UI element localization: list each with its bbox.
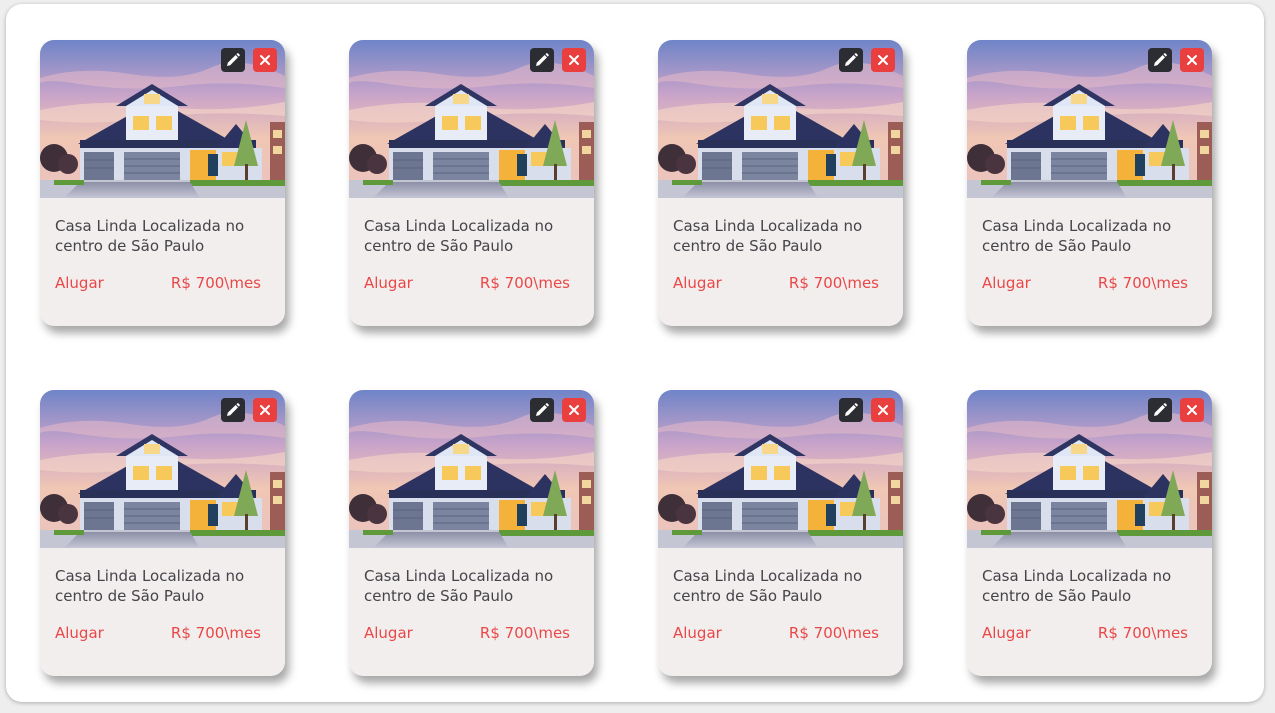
property-card[interactable]: Casa Linda Localizada no centro de São P… [349,40,594,326]
edit-button[interactable] [221,48,245,72]
rent-link[interactable]: Alugar [364,274,413,292]
edit-button[interactable] [839,398,863,422]
listing-price: R$ 700\mes [1097,624,1188,642]
pencil-icon [845,403,858,416]
rent-link[interactable]: Alugar [982,274,1031,292]
edit-button[interactable] [530,398,554,422]
listing-title: Casa Linda Localizada no centro de São P… [55,217,245,255]
edit-button[interactable] [1148,398,1172,422]
pencil-icon [536,53,549,66]
house-photo [967,40,1212,198]
pencil-icon [536,403,549,416]
delete-button[interactable] [1180,48,1204,72]
listing-price: R$ 700\mes [788,624,879,642]
listing-title: Casa Linda Localizada no centro de São P… [982,567,1172,605]
listing-price: R$ 700\mes [788,274,879,292]
close-icon [1187,55,1197,65]
close-icon [878,55,888,65]
pencil-icon [227,53,240,66]
listing-price: R$ 700\mes [170,274,261,292]
close-icon [1187,405,1197,415]
delete-button[interactable] [562,398,586,422]
property-card[interactable]: Casa Linda Localizada no centro de São P… [40,390,285,676]
listing-title: Casa Linda Localizada no centro de São P… [673,567,863,605]
rent-link[interactable]: Alugar [55,274,104,292]
house-photo [349,390,594,548]
delete-button[interactable] [871,48,895,72]
rent-link[interactable]: Alugar [673,274,722,292]
pencil-icon [227,403,240,416]
edit-button[interactable] [1148,48,1172,72]
listing-price: R$ 700\mes [170,624,261,642]
listing-title: Casa Linda Localizada no centro de São P… [55,567,245,605]
close-icon [569,55,579,65]
rent-link[interactable]: Alugar [55,624,104,642]
listings-panel: Casa Linda Localizada no centro de São P… [6,4,1264,702]
listing-price: R$ 700\mes [1097,274,1188,292]
delete-button[interactable] [871,398,895,422]
listing-title: Casa Linda Localizada no centro de São P… [673,217,863,255]
property-card[interactable]: Casa Linda Localizada no centro de São P… [658,40,903,326]
listing-price: R$ 700\mes [479,274,570,292]
house-photo [967,390,1212,548]
property-card[interactable]: Casa Linda Localizada no centro de São P… [967,40,1212,326]
close-icon [260,405,270,415]
rent-link[interactable]: Alugar [673,624,722,642]
listing-title: Casa Linda Localizada no centro de São P… [364,567,554,605]
rent-link[interactable]: Alugar [982,624,1031,642]
property-card[interactable]: Casa Linda Localizada no centro de São P… [40,40,285,326]
property-card[interactable]: Casa Linda Localizada no centro de São P… [349,390,594,676]
pencil-icon [1154,53,1167,66]
edit-button[interactable] [221,398,245,422]
listing-title: Casa Linda Localizada no centro de São P… [982,217,1172,255]
delete-button[interactable] [1180,398,1204,422]
house-photo [658,390,903,548]
listing-price: R$ 700\mes [479,624,570,642]
house-photo [40,390,285,548]
edit-button[interactable] [839,48,863,72]
house-photo [658,40,903,198]
property-card[interactable]: Casa Linda Localizada no centro de São P… [658,390,903,676]
delete-button[interactable] [253,398,277,422]
pencil-icon [845,53,858,66]
property-card[interactable]: Casa Linda Localizada no centro de São P… [967,390,1212,676]
delete-button[interactable] [562,48,586,72]
close-icon [878,405,888,415]
rent-link[interactable]: Alugar [364,624,413,642]
close-icon [569,405,579,415]
edit-button[interactable] [530,48,554,72]
close-icon [260,55,270,65]
house-photo [40,40,285,198]
pencil-icon [1154,403,1167,416]
delete-button[interactable] [253,48,277,72]
house-photo [349,40,594,198]
listing-title: Casa Linda Localizada no centro de São P… [364,217,554,255]
